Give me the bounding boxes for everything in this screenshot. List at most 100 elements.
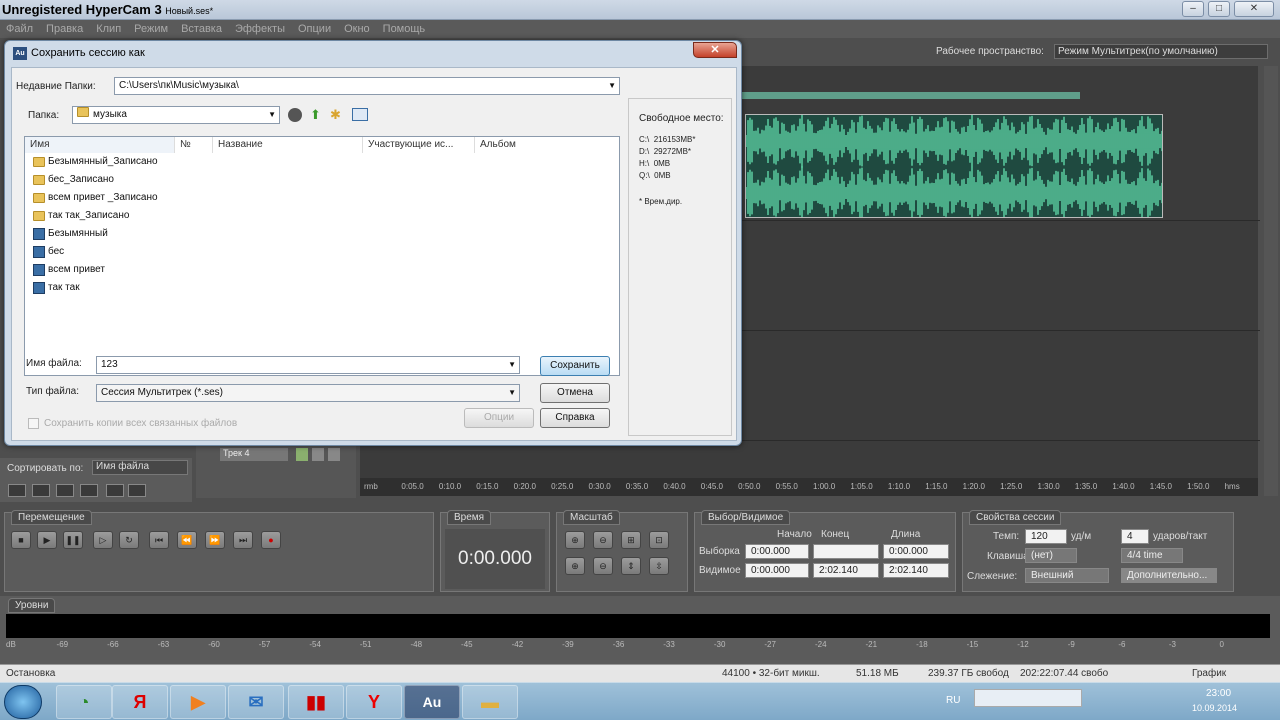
menu-file[interactable]: Файл bbox=[6, 23, 33, 35]
sort-select[interactable]: Имя файла bbox=[92, 460, 188, 475]
play-file-button[interactable] bbox=[106, 484, 124, 497]
options-button[interactable]: Опции bbox=[464, 408, 534, 428]
zoom-in-v-icon[interactable]: ⇕ bbox=[621, 557, 641, 575]
beats-field[interactable]: 4 bbox=[1121, 529, 1149, 544]
zoom-left-icon[interactable]: ⊕ bbox=[565, 557, 585, 575]
sel-start-field[interactable]: 0:00.000 bbox=[745, 544, 809, 559]
menu-help[interactable]: Помощь bbox=[383, 23, 426, 35]
zoom-out-v-icon[interactable]: ⇳ bbox=[649, 557, 669, 575]
list-item[interactable]: всем привет bbox=[33, 261, 105, 279]
menu-clip[interactable]: Клип bbox=[96, 23, 121, 35]
folder-select[interactable]: музыка ▼ bbox=[72, 106, 280, 124]
up-folder-icon[interactable]: ⬆ bbox=[310, 107, 321, 123]
filetype-select[interactable]: Сессия Мультитрек (*.ses) ▼ bbox=[96, 384, 520, 402]
col-artists[interactable]: Участвующие ис... bbox=[363, 137, 475, 153]
view-menu-icon[interactable] bbox=[352, 108, 368, 121]
close-button[interactable]: ✕ bbox=[1234, 1, 1274, 17]
menu-insert[interactable]: Вставка bbox=[181, 23, 222, 35]
play-button[interactable]: ▶ bbox=[37, 531, 57, 549]
loop-button[interactable]: ↻ bbox=[119, 531, 139, 549]
play-from-cursor-button[interactable]: ▷ bbox=[93, 531, 113, 549]
sel-length-field[interactable]: 0:00.000 bbox=[883, 544, 949, 559]
mail-icon[interactable]: ✉ bbox=[228, 685, 284, 719]
rewind-button[interactable]: ⏪ bbox=[177, 531, 197, 549]
list-item[interactable]: Безымянный_Записано bbox=[33, 153, 158, 171]
view-length-field[interactable]: 2:02.140 bbox=[883, 563, 949, 578]
app-chart-icon[interactable]: ◔ bbox=[56, 685, 112, 719]
pdf-icon[interactable]: ▮▮ bbox=[288, 685, 344, 719]
maximize-button[interactable]: □ bbox=[1208, 1, 1230, 17]
yandex-icon[interactable]: Я bbox=[112, 685, 168, 719]
menu-effects[interactable]: Эффекты bbox=[235, 23, 285, 35]
back-icon[interactable] bbox=[288, 108, 302, 122]
pause-button[interactable]: ❚❚ bbox=[63, 531, 83, 549]
media-player-icon[interactable]: ▶ bbox=[170, 685, 226, 719]
insert-button[interactable] bbox=[80, 484, 98, 497]
dialog-close-button[interactable]: ✕ bbox=[693, 42, 737, 58]
menu-view[interactable]: Режим bbox=[134, 23, 168, 35]
view-start-field[interactable]: 0:00.000 bbox=[745, 563, 809, 578]
import-button[interactable] bbox=[8, 484, 26, 497]
edit-file-button[interactable] bbox=[56, 484, 74, 497]
follow-select[interactable]: Внешний bbox=[1025, 568, 1109, 583]
list-item[interactable]: бес bbox=[33, 243, 64, 261]
view-end-field[interactable]: 2:02.140 bbox=[813, 563, 879, 578]
tray-search[interactable] bbox=[974, 689, 1082, 707]
zoom-selection-icon[interactable]: ⊡ bbox=[649, 531, 669, 549]
list-item[interactable]: Безымянный bbox=[33, 225, 108, 243]
start-button[interactable] bbox=[4, 685, 42, 719]
list-item[interactable]: так так_Записано bbox=[33, 207, 129, 225]
solo-button[interactable] bbox=[312, 448, 324, 461]
save-button[interactable]: Сохранить bbox=[540, 356, 610, 376]
col-name[interactable]: Имя bbox=[25, 137, 175, 153]
audio-clip[interactable] bbox=[745, 114, 1163, 218]
timeline-ruler[interactable]: rmb 0:05.0 0:10.0 0:15.0 0:20.0 0:25.0 0:30.0 0… bbox=[360, 478, 1258, 496]
go-start-button[interactable]: ⏮ bbox=[149, 531, 169, 549]
zoom-right-icon[interactable]: ⊖ bbox=[593, 557, 613, 575]
time-sig-select[interactable]: 4/4 time bbox=[1121, 548, 1183, 563]
col-number[interactable]: № bbox=[175, 137, 213, 153]
record-arm-button[interactable] bbox=[328, 448, 340, 461]
list-item[interactable]: так так bbox=[33, 279, 80, 297]
menu-options[interactable]: Опции bbox=[298, 23, 331, 35]
clock-time[interactable]: 23:00 bbox=[1206, 688, 1231, 699]
ruler-tick-label: 0:30.0 bbox=[588, 482, 611, 491]
list-item[interactable]: всем привет _Записано bbox=[33, 189, 158, 207]
col-title[interactable]: Название bbox=[213, 137, 363, 153]
workspace-select[interactable]: Режим Мультитрек(по умолчанию) bbox=[1054, 44, 1268, 59]
record-button[interactable]: ● bbox=[261, 531, 281, 549]
zoom-out-h-icon[interactable]: ⊖ bbox=[593, 531, 613, 549]
folder-icon[interactable]: ▬ bbox=[462, 685, 518, 719]
stop-button[interactable]: ■ bbox=[11, 531, 31, 549]
list-item[interactable]: бес_Записано bbox=[33, 171, 114, 189]
zoom-in-h-icon[interactable]: ⊕ bbox=[565, 531, 585, 549]
key-select[interactable]: (нет) bbox=[1025, 548, 1077, 563]
help-button[interactable]: Справка bbox=[540, 408, 610, 428]
new-folder-icon[interactable]: ✱ bbox=[330, 107, 341, 123]
vertical-scrollbar[interactable] bbox=[1264, 66, 1278, 496]
go-end-button[interactable]: ⏭ bbox=[233, 531, 253, 549]
tempo-field[interactable]: 120 bbox=[1025, 529, 1067, 544]
cancel-button[interactable]: Отмена bbox=[540, 383, 610, 403]
col-album[interactable]: Альбом bbox=[475, 137, 620, 153]
menu-edit[interactable]: Правка bbox=[46, 23, 83, 35]
filename-input[interactable]: 123 ▼ bbox=[96, 356, 520, 374]
close-file-button[interactable] bbox=[32, 484, 50, 497]
forward-button[interactable]: ⏩ bbox=[205, 531, 225, 549]
clock-date[interactable]: 10.09.2014 bbox=[1192, 703, 1237, 713]
yandex-browser-icon[interactable]: Y bbox=[346, 685, 402, 719]
sel-end-field[interactable] bbox=[813, 544, 879, 559]
audition-icon[interactable]: Au bbox=[404, 685, 460, 719]
advanced-button[interactable]: Дополнительно... bbox=[1121, 568, 1217, 583]
zoom-full-icon[interactable]: ⊞ bbox=[621, 531, 641, 549]
recent-folders-select[interactable]: C:\Users\пк\Music\музыка\ ▼ bbox=[114, 77, 620, 95]
track-name[interactable]: Трек 4 bbox=[220, 448, 288, 461]
language-indicator[interactable]: RU bbox=[946, 695, 960, 706]
copy-files-checkbox[interactable] bbox=[28, 418, 39, 429]
minimize-button[interactable]: – bbox=[1182, 1, 1204, 17]
mute-button[interactable] bbox=[296, 448, 308, 461]
menu-window[interactable]: Окно bbox=[344, 23, 370, 35]
file-list[interactable]: Имя № Название Участвующие ис... Альбом … bbox=[24, 136, 620, 376]
overview-scrollbar[interactable] bbox=[740, 92, 1080, 99]
options-button[interactable] bbox=[128, 484, 146, 497]
